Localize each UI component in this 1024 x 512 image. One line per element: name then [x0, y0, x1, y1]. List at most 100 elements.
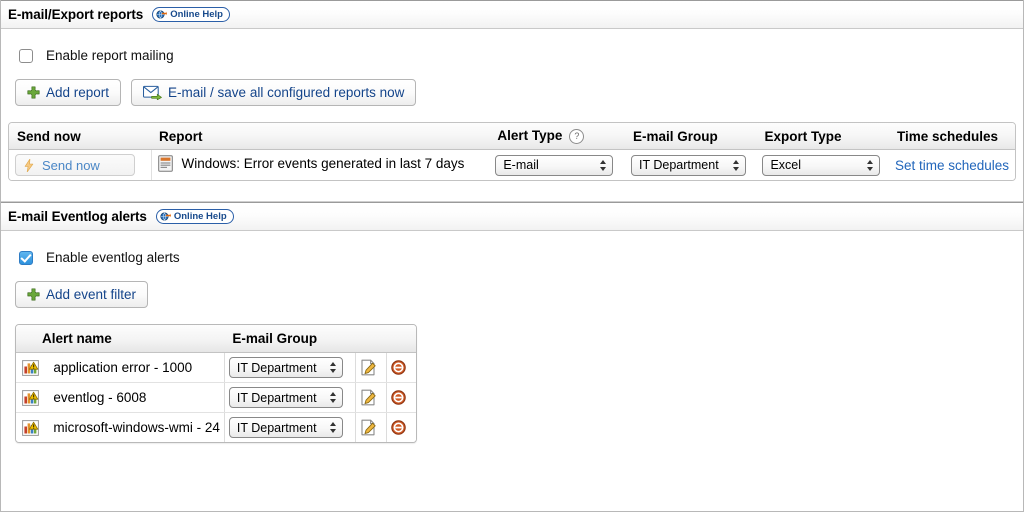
cell-alert-name: application error - 1000	[49, 352, 225, 383]
alert-email-group-value: IT Department	[236, 360, 317, 375]
table-row: application error - 1000 IT Department	[16, 352, 416, 383]
email-save-all-label: E-mail / save all configured reports now	[168, 85, 405, 100]
cell-alert-icon	[16, 382, 50, 413]
cell-edit-action[interactable]	[355, 352, 387, 383]
add-report-label: Add report	[46, 85, 110, 100]
chevron-updown-icon	[866, 159, 874, 172]
cell-alert-name: eventlog - 6008	[49, 382, 225, 413]
email-group-value: IT Department	[639, 158, 719, 172]
alert-type-value: E-mail	[503, 158, 539, 172]
enable-eventlog-alerts-label: Enable eventlog alerts	[46, 250, 180, 265]
add-event-filter-label: Add event filter	[46, 287, 137, 302]
section-1-bottom-spacer	[1, 181, 1023, 201]
cell-alert-name: microsoft-windows-wmi - 24	[49, 412, 225, 442]
green-plus-icon	[27, 288, 40, 301]
chevron-updown-icon	[732, 159, 740, 172]
eventlog-alerts-table: Alert name E-mail Group application erro…	[16, 325, 416, 442]
alert-type-select[interactable]: E-mail	[495, 154, 614, 176]
table-row: Send now Windows: Error events generated…	[9, 149, 1015, 180]
enable-eventlog-alerts-checkbox[interactable]	[19, 250, 33, 265]
reports-table-container: Send now Report Alert Type? E-mail Group…	[8, 122, 1016, 181]
add-report-button[interactable]: Add report	[15, 79, 122, 106]
cell-delete-action[interactable]	[386, 352, 416, 383]
green-plus-icon	[27, 86, 40, 99]
enable-eventlog-alerts-row[interactable]: Enable eventlog alerts	[1, 231, 1023, 265]
edit-pencil-icon[interactable]	[360, 419, 382, 436]
section-header-email-eventlog-alerts: E-mail Eventlog alerts Online Help	[1, 202, 1023, 231]
reports-button-row: Add report E-mail / save all configured …	[1, 63, 1023, 106]
cell-export-type: Excel	[756, 149, 889, 180]
bar-chart-warning-icon	[22, 359, 45, 376]
cell-alert-icon	[16, 352, 50, 383]
eventlog-button-row: Add event filter	[1, 265, 1023, 308]
chevron-updown-icon	[329, 421, 337, 434]
online-help-badge[interactable]: Online Help	[152, 7, 230, 22]
table-row: eventlog - 6008 IT Department	[16, 382, 416, 413]
alert-email-group-value: IT Department	[236, 420, 317, 435]
cell-edit-action[interactable]	[355, 382, 387, 413]
section-body-email-eventlog-alerts: Enable eventlog alerts Add event filter …	[1, 231, 1023, 443]
page-root: E-mail/Export reports Online Help Enable…	[0, 0, 1024, 512]
online-help-badge-eventlog[interactable]: Online Help	[155, 209, 234, 224]
globe-arrow-icon	[156, 9, 168, 20]
export-type-select[interactable]: Excel	[762, 154, 881, 176]
set-time-schedules-link[interactable]: Set time schedules	[895, 158, 1009, 173]
bar-chart-warning-icon	[22, 419, 45, 436]
column-header-email-group: E-mail Group	[625, 123, 757, 150]
chevron-updown-icon	[329, 361, 337, 374]
envelope-arrow-icon	[143, 85, 162, 100]
chevron-updown-icon	[599, 159, 607, 172]
lightning-bolt-icon	[24, 158, 34, 172]
cell-edit-action[interactable]	[355, 412, 387, 442]
column-header-time-schedules: Time schedules	[888, 123, 1015, 150]
eventlog-alerts-table-body: application error - 1000 IT Department e…	[16, 352, 416, 442]
cell-email-group: IT Department	[625, 149, 757, 180]
column-header-alert-name: Alert name	[16, 325, 225, 353]
column-header-email-group-alerts: E-mail Group	[224, 325, 416, 353]
column-header-alert-type: Alert Type?	[489, 123, 625, 150]
enable-report-mailing-checkbox[interactable]	[19, 48, 33, 63]
section-header-email-export-reports: E-mail/Export reports Online Help	[1, 0, 1023, 29]
bar-chart-warning-icon	[22, 389, 45, 406]
online-help-label: Online Help	[170, 8, 223, 20]
table-row: microsoft-windows-wmi - 24 IT Department	[16, 412, 416, 442]
report-name: Windows: Error events generated in last …	[181, 156, 465, 171]
column-header-report: Report	[151, 123, 490, 150]
delete-minus-icon[interactable]	[390, 420, 412, 435]
cell-alert-icon	[16, 412, 50, 442]
online-help-label-eventlog: Online Help	[173, 210, 227, 222]
cell-time-schedules: Set time schedules	[888, 149, 1015, 180]
chevron-updown-icon	[329, 391, 337, 404]
alert-email-group-select[interactable]: IT Department	[228, 417, 343, 438]
delete-minus-icon[interactable]	[390, 360, 412, 375]
reports-table: Send now Report Alert Type? E-mail Group…	[9, 123, 1015, 180]
report-document-icon	[157, 155, 173, 172]
email-group-select[interactable]: IT Department	[631, 154, 746, 176]
reports-table-header-row: Send now Report Alert Type? E-mail Group…	[9, 123, 1015, 150]
cell-report: Windows: Error events generated in last …	[151, 149, 490, 180]
edit-pencil-icon[interactable]	[360, 359, 382, 376]
eventlog-alerts-header-row: Alert name E-mail Group	[16, 325, 416, 353]
column-header-alert-type-label: Alert Type	[497, 128, 563, 144]
send-now-button[interactable]: Send now	[15, 154, 135, 176]
email-save-all-button[interactable]: E-mail / save all configured reports now	[131, 79, 417, 106]
add-event-filter-button[interactable]: Add event filter	[15, 281, 149, 308]
cell-alert-email-group: IT Department	[224, 382, 356, 413]
question-mark-icon[interactable]: ?	[569, 128, 585, 144]
reports-table-head: Send now Report Alert Type? E-mail Group…	[9, 123, 1015, 150]
cell-alert-email-group: IT Department	[224, 412, 356, 442]
edit-pencil-icon[interactable]	[360, 389, 382, 406]
cell-delete-action[interactable]	[386, 412, 416, 442]
enable-report-mailing-label: Enable report mailing	[46, 48, 174, 63]
page-title: E-mail/Export reports	[8, 7, 144, 22]
alert-email-group-value: IT Department	[236, 390, 317, 405]
column-header-export-type: Export Type	[756, 123, 889, 150]
globe-arrow-icon	[160, 211, 171, 222]
alert-email-group-select[interactable]: IT Department	[228, 357, 343, 378]
cell-delete-action[interactable]	[386, 382, 416, 413]
delete-minus-icon[interactable]	[390, 390, 412, 405]
alert-email-group-select[interactable]: IT Department	[228, 387, 343, 408]
section-title-eventlog: E-mail Eventlog alerts	[8, 209, 147, 224]
enable-report-mailing-row[interactable]: Enable report mailing	[1, 29, 1023, 63]
cell-alert-type: E-mail	[489, 149, 625, 180]
